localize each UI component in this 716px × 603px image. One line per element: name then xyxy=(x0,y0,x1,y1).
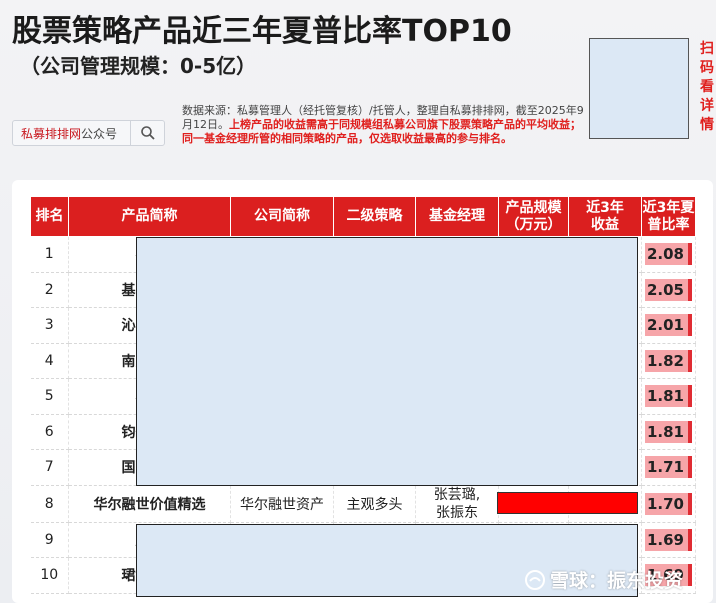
sharpe-value: 1.82 xyxy=(646,351,684,370)
data-source-note: 数据来源：私募管理人（经托管复核）/托管人，整理自私募排排网，截至2025年9月… xyxy=(182,104,587,146)
sharpe-bar: 1.81 xyxy=(645,385,692,408)
cell-rank: 10 xyxy=(30,557,69,594)
cell-rank: 2 xyxy=(30,272,69,308)
sharpe-bar: 1.71 xyxy=(645,456,692,479)
sharpe-bar-marker xyxy=(688,456,692,479)
cell-rank: 3 xyxy=(30,307,69,344)
redaction-block-top xyxy=(136,237,638,486)
col-manager: 基金经理 xyxy=(415,196,499,237)
cell-product: 华尔融世价值精选 xyxy=(68,485,231,523)
col-return: 近3年 收益 xyxy=(568,196,642,237)
sharpe-bar-marker xyxy=(688,314,692,337)
cell-strategy: 主观多头 xyxy=(333,485,416,523)
cell-rank: 9 xyxy=(30,522,69,558)
cell-manager: 张芸璐, 张振东 xyxy=(415,485,499,523)
col-sharpe: 近3年夏 普比率 xyxy=(641,196,696,237)
cell-sharpe: 1.82 xyxy=(641,343,696,379)
sharpe-bar-marker xyxy=(688,528,692,551)
sharpe-value: 1.71 xyxy=(646,458,684,477)
sharpe-bar-marker xyxy=(688,564,692,587)
cell-rank: 7 xyxy=(30,449,69,486)
search-label: 私募排排网公众号 xyxy=(13,125,133,142)
col-scale: 产品规模 （万元） xyxy=(498,196,569,237)
cell-sharpe: 1.71 xyxy=(641,449,696,486)
search-box[interactable]: 私募排排网公众号 xyxy=(12,120,165,146)
sharpe-bar: 1.69 xyxy=(645,528,692,551)
col-product: 产品简称 xyxy=(68,196,231,237)
cell-sharpe: 2.05 xyxy=(641,272,696,308)
cell-company: 华尔融世资产 xyxy=(230,485,334,523)
cell-sharpe: 1.70 xyxy=(641,485,696,523)
sharpe-value: 2.05 xyxy=(646,280,684,299)
redaction-scale-row8 xyxy=(497,492,638,514)
cell-rank: 1 xyxy=(30,236,69,273)
sharpe-bar-marker xyxy=(688,492,692,515)
cell-sharpe: 2.01 xyxy=(641,307,696,344)
col-rank: 排名 xyxy=(30,196,69,237)
watermark-text: 雪球：振东投资 xyxy=(550,570,684,592)
page-title: 股票策略产品近三年夏普比率TOP10 xyxy=(12,14,512,49)
sharpe-value: 1.81 xyxy=(646,422,684,441)
search-button[interactable] xyxy=(130,121,164,145)
cell-sharpe: 2.08 xyxy=(641,236,696,273)
sharpe-value: 2.01 xyxy=(646,316,684,335)
sharpe-value: 1.69 xyxy=(646,530,684,549)
cell-sharpe: 1.81 xyxy=(641,414,696,450)
qr-code-redacted xyxy=(589,38,689,139)
cell-rank: 5 xyxy=(30,378,69,415)
cell-rank: 6 xyxy=(30,414,69,450)
sharpe-bar-marker xyxy=(688,385,692,408)
search-suffix: 公众号 xyxy=(81,126,118,141)
watermark: 雪球：振东投资 xyxy=(524,566,683,593)
sharpe-bar: 1.70 xyxy=(645,492,692,515)
sharpe-bar-marker xyxy=(688,349,692,372)
cell-rank: 4 xyxy=(30,343,69,379)
sharpe-value: 1.81 xyxy=(646,387,684,406)
sharpe-bar: 2.08 xyxy=(645,243,692,266)
cell-sharpe: 1.81 xyxy=(641,378,696,415)
page-subtitle: （公司管理规模：0-5亿） xyxy=(20,54,257,78)
snowball-icon xyxy=(525,569,545,590)
search-icon xyxy=(140,126,155,140)
ranking-rule-note: 上榜产品的收益需高于同规模组私募公司旗下股票策略产品的平均收益；同一基金经理所管… xyxy=(182,118,581,145)
search-brand: 私募排排网 xyxy=(21,126,82,141)
sharpe-value: 2.08 xyxy=(646,245,684,264)
sharpe-bar: 2.01 xyxy=(645,314,692,337)
sharpe-value: 1.70 xyxy=(646,494,684,513)
sharpe-bar-marker xyxy=(688,243,692,266)
cell-sharpe: 1.69 xyxy=(641,522,696,558)
col-company: 公司简称 xyxy=(230,196,334,237)
col-strategy: 二级策略 xyxy=(333,196,416,237)
sharpe-bar: 1.82 xyxy=(645,349,692,372)
sharpe-bar-marker xyxy=(688,420,692,443)
sharpe-bar: 2.05 xyxy=(645,278,692,301)
table-header-row: 排名 产品简称 公司简称 二级策略 基金经理 产品规模 （万元） 近3年 收益 近3… xyxy=(30,196,696,237)
sharpe-bar: 1.81 xyxy=(645,420,692,443)
cell-rank: 8 xyxy=(30,485,69,523)
scan-for-details-label: 扫码看详情 xyxy=(700,41,714,133)
sharpe-bar-marker xyxy=(688,278,692,301)
